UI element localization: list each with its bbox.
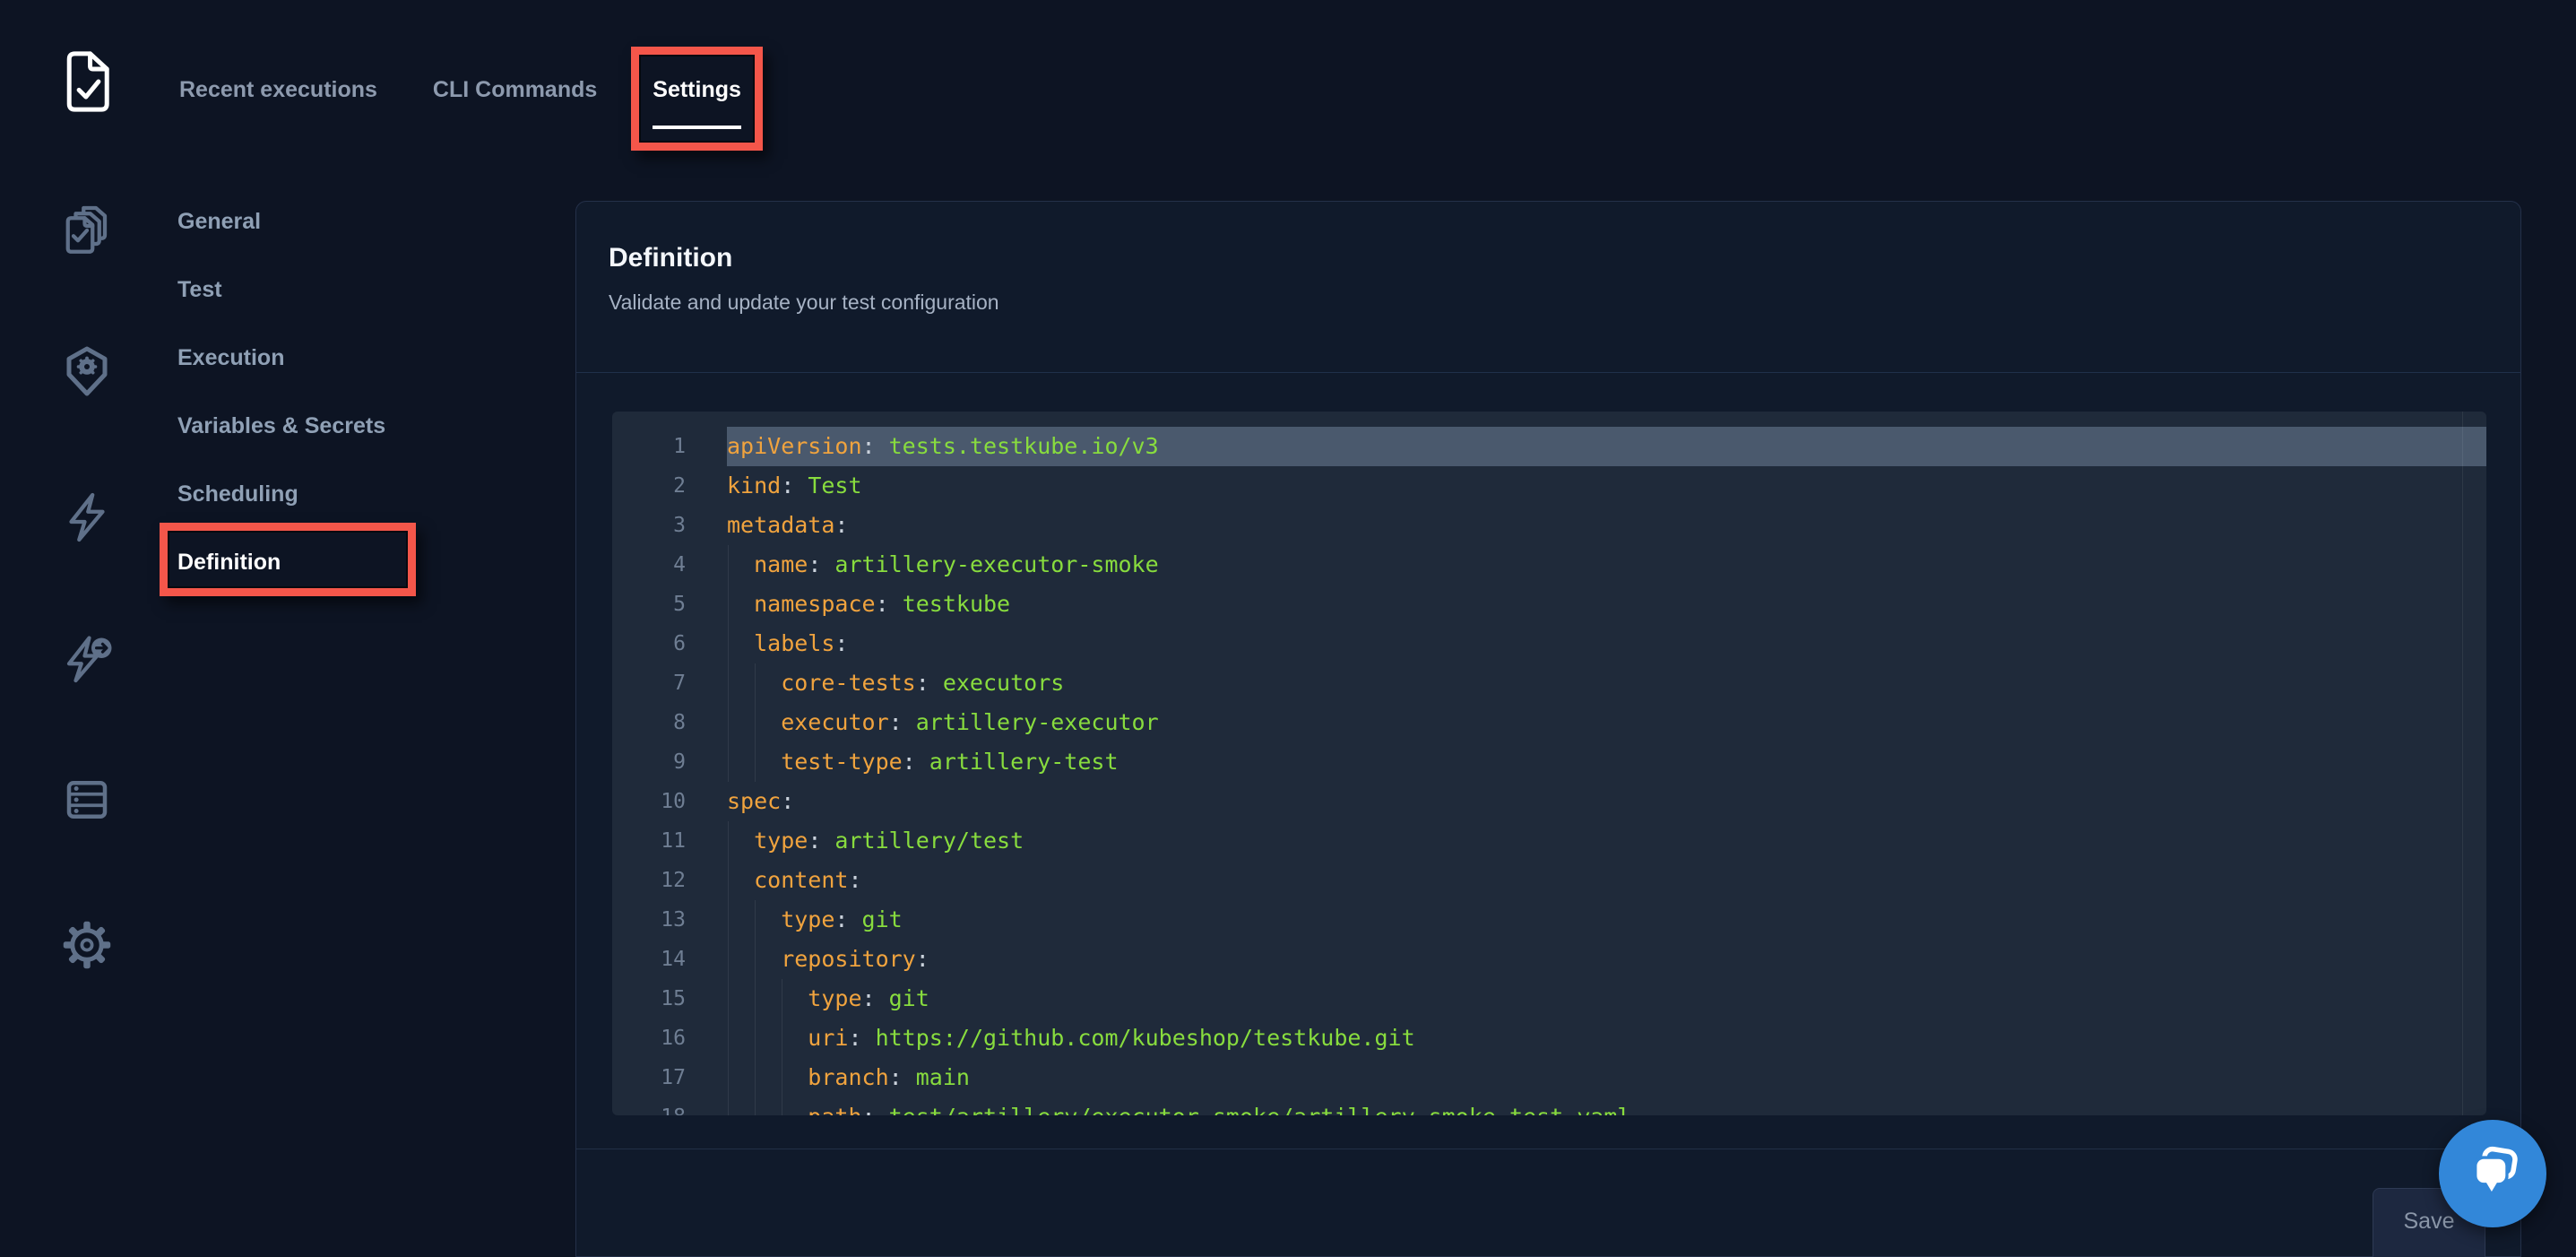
line-number: 18 <box>612 1097 686 1115</box>
code-text: path: test/artillery/executor-smoke/arti… <box>727 1097 1630 1115</box>
code-line-6[interactable]: 6 labels: <box>612 624 2486 663</box>
definition-panel-header: Definition Validate and update your test… <box>576 202 2520 373</box>
line-number: 14 <box>612 940 686 979</box>
line-number: 9 <box>612 742 686 782</box>
code-text: uri: https://github.com/kubeshop/testkub… <box>727 1019 1415 1058</box>
line-number: 10 <box>612 782 686 821</box>
executors-icon[interactable] <box>60 344 114 398</box>
code-line-18[interactable]: 18 path: test/artillery/executor-smoke/a… <box>612 1097 2486 1115</box>
code-text: branch: main <box>727 1058 970 1097</box>
code-line-10[interactable]: 10 spec: <box>612 782 2486 821</box>
test-document-icon <box>64 50 114 113</box>
code-line-11[interactable]: 11 type: artillery/test <box>612 821 2486 861</box>
line-number: 3 <box>612 506 686 545</box>
code-text: core-tests: executors <box>727 663 1064 703</box>
menu-item-variables-secrets[interactable]: Variables & Secrets <box>177 404 385 447</box>
code-text: content: <box>727 861 862 900</box>
code-text: type: artillery/test <box>727 821 1024 861</box>
code-text: name: artillery-executor-smoke <box>727 545 1159 585</box>
line-number: 6 <box>612 624 686 663</box>
page-title: Definition <box>609 243 2488 273</box>
menu-item-execution[interactable]: Execution <box>177 336 385 379</box>
code-text: executor: artillery-executor <box>727 703 1159 742</box>
code-line-17[interactable]: 17 branch: main <box>612 1058 2486 1097</box>
settings-menu: General Test Execution Variables & Secrets S… <box>177 200 385 584</box>
code-text: type: git <box>727 979 929 1019</box>
code-line-4[interactable]: 4 name: artillery-executor-smoke <box>612 545 2486 585</box>
menu-item-scheduling[interactable]: Scheduling <box>177 472 385 516</box>
tab-recent-executions[interactable]: Recent executions <box>179 77 377 129</box>
top-tab-bar: Recent executions CLI Commands Settings <box>179 77 741 129</box>
code-line-5[interactable]: 5 namespace: testkube <box>612 585 2486 624</box>
testkube-test-page: Recent executions CLI Commands Settings <box>0 0 2576 1257</box>
code-text: kind: Test <box>727 466 862 506</box>
line-number: 7 <box>612 663 686 703</box>
code-text: labels: <box>727 624 848 663</box>
code-line-8[interactable]: 8 executor: artillery-executor <box>612 703 2486 742</box>
webhooks-icon[interactable] <box>60 631 114 685</box>
code-line-12[interactable]: 12 content: <box>612 861 2486 900</box>
code-text: metadata: <box>727 506 848 545</box>
code-line-1[interactable]: 1 apiVersion: tests.testkube.io/v3 <box>612 427 2486 466</box>
code-line-15[interactable]: 15 type: git <box>612 979 2486 1019</box>
line-number: 8 <box>612 703 686 742</box>
code-line-14[interactable]: 14 repository: <box>612 940 2486 979</box>
line-number: 4 <box>612 545 686 585</box>
code-text: apiVersion: tests.testkube.io/v3 <box>727 427 1159 466</box>
tests-icon[interactable] <box>60 204 114 257</box>
menu-item-definition[interactable]: Definition <box>177 541 385 584</box>
definition-panel: Definition Validate and update your test… <box>575 201 2521 1257</box>
settings-gear-icon[interactable] <box>60 918 114 972</box>
line-number: 5 <box>612 585 686 624</box>
line-number: 11 <box>612 821 686 861</box>
line-number: 13 <box>612 900 686 940</box>
editor-scrollbar[interactable] <box>2462 412 2463 1115</box>
line-number: 15 <box>612 979 686 1019</box>
code-line-13[interactable]: 13 type: git <box>612 900 2486 940</box>
line-number: 16 <box>612 1019 686 1058</box>
page-subtitle: Validate and update your test configurat… <box>609 290 2488 315</box>
code-line-16[interactable]: 16 uri: https://github.com/kubeshop/test… <box>612 1019 2486 1058</box>
code-line-3[interactable]: 3 metadata: <box>612 506 2486 545</box>
code-lines: 1 apiVersion: tests.testkube.io/v3 2 kind: … <box>612 412 2486 1115</box>
code-text: repository: <box>727 940 929 979</box>
line-number: 1 <box>612 427 686 466</box>
code-text: namespace: testkube <box>727 585 1010 624</box>
code-text: spec: <box>727 782 794 821</box>
code-text: test-type: artillery-test <box>727 742 1119 782</box>
line-number: 17 <box>612 1058 686 1097</box>
sources-icon[interactable] <box>60 773 114 827</box>
code-text: type: git <box>727 900 903 940</box>
code-line-2[interactable]: 2 kind: Test <box>612 466 2486 506</box>
tab-settings[interactable]: Settings <box>653 77 741 129</box>
line-number: 2 <box>612 466 686 506</box>
chat-bubbles-icon <box>2463 1142 2522 1206</box>
tab-cli-commands[interactable]: CLI Commands <box>433 77 597 129</box>
menu-item-test[interactable]: Test <box>177 268 385 311</box>
code-line-9[interactable]: 9 test-type: artillery-test <box>612 742 2486 782</box>
chat-widget-button[interactable] <box>2439 1120 2546 1227</box>
yaml-definition-editor[interactable]: 1 apiVersion: tests.testkube.io/v3 2 kind: … <box>612 412 2486 1115</box>
code-line-7[interactable]: 7 core-tests: executors <box>612 663 2486 703</box>
line-number: 12 <box>612 861 686 900</box>
menu-item-general[interactable]: General <box>177 200 385 243</box>
triggers-icon[interactable] <box>60 490 114 544</box>
